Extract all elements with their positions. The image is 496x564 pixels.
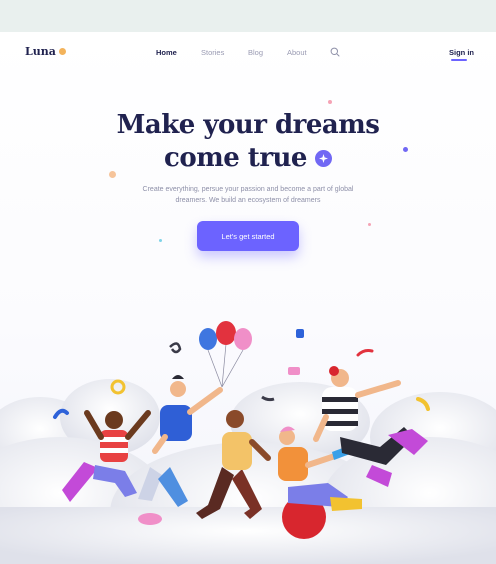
top-nav: Luna Home Stories Blog About Sign in: [0, 32, 496, 74]
hero-subtitle: Create everything, persue your passion a…: [142, 186, 354, 204]
decor-dot-pink: [328, 100, 332, 104]
signin-underline: [451, 59, 467, 61]
hero-title-line1: Make your dreams: [116, 110, 380, 140]
decor-dot-pink-small: [368, 223, 371, 226]
logo-mark-icon: [58, 48, 66, 55]
hero-illustration: [0, 321, 496, 564]
nav-link-about[interactable]: About: [287, 48, 307, 57]
signin-link[interactable]: Sign in: [449, 48, 474, 57]
nav-link-home[interactable]: Home: [156, 48, 177, 57]
nav-link-stories[interactable]: Stories: [201, 48, 224, 57]
search-icon[interactable]: [330, 47, 340, 57]
logo-text: Luna: [25, 45, 56, 58]
balloons-icon: [199, 321, 252, 388]
landing-page: Luna Home Stories Blog About Sign in Mak…: [0, 32, 496, 564]
cloud-bank: [0, 379, 496, 564]
nav-link-blog[interactable]: Blog: [248, 48, 263, 57]
hero-title: Make your dreams come true: [0, 109, 496, 175]
hero-title-line2: come true: [164, 143, 307, 173]
get-started-button[interactable]: Let's get started: [197, 221, 299, 251]
hero-title-line2-wrap: come true: [164, 142, 332, 175]
logo[interactable]: Luna: [25, 45, 66, 58]
decor-dot-cyan: [159, 239, 162, 242]
sparkle-icon: [314, 150, 332, 167]
